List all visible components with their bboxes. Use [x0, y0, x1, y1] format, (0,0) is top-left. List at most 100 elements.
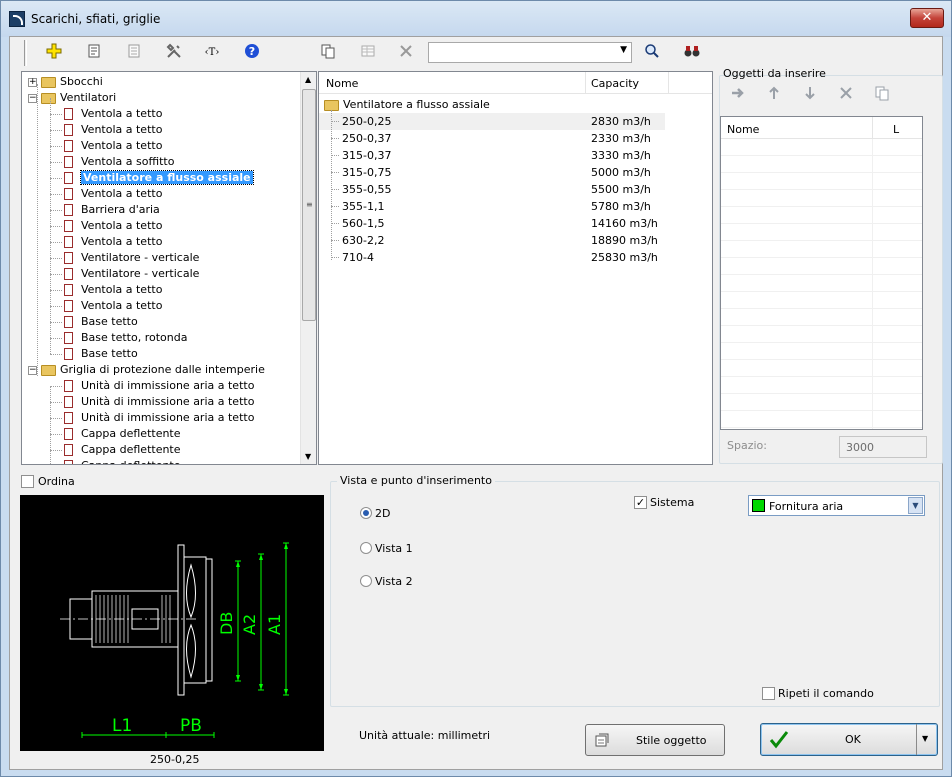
tree-item[interactable]: Unità di immissione aria a tetto [50, 410, 255, 426]
row-capacity: 5000 m3/h [591, 166, 651, 179]
system-color-swatch [752, 499, 765, 512]
col-header-capacity[interactable]: Capacity [591, 77, 639, 90]
system-select-value: Fornitura aria [769, 500, 844, 513]
list-icon[interactable] [124, 43, 144, 63]
view-group-title: Vista e punto d'inserimento [337, 474, 495, 487]
row-name: 355-1,1 [342, 200, 385, 213]
table-icon[interactable] [358, 43, 378, 63]
tree-item[interactable]: Base tetto, rotonda [50, 330, 187, 346]
col-header-name[interactable]: Nome [326, 77, 358, 90]
radio-vista-2[interactable] [360, 575, 372, 587]
category-tree[interactable]: + Sbocchi − Ventilatori Ventola a tetto Vento… [21, 71, 317, 465]
style-button[interactable]: Stile oggetto [585, 724, 725, 756]
product-list[interactable]: Nome Capacity Ventilatore a flusso assia… [318, 71, 713, 465]
list-row[interactable]: 315-0,37 3330 m3/h [319, 147, 665, 164]
arrow-up-icon[interactable] [766, 85, 782, 101]
document-icon [64, 396, 73, 408]
delete-icon[interactable] [396, 43, 416, 63]
list-row[interactable]: 250-0,25 2830 m3/h [319, 113, 665, 130]
tree-item[interactable]: Ventilatore - verticale [50, 250, 199, 266]
chevron-down-icon[interactable]: ▼ [922, 734, 928, 743]
sistema-checkbox[interactable]: ✓ [634, 496, 647, 509]
row-name: 630-2,2 [342, 234, 385, 247]
tree-item-label: Cappa deflettente [81, 459, 181, 464]
list-row[interactable]: 560-1,5 14160 m3/h [319, 215, 665, 232]
tree-item[interactable]: − Ventilatori [28, 90, 116, 106]
dialog-body: ‹T› ? ▼ + Sbocchi − Ventilatori Ventola a te… [9, 36, 943, 770]
tree-item[interactable]: Cappa deflettente [50, 442, 181, 458]
tree-item[interactable]: Ventola a soffitto [50, 154, 174, 170]
tools-icon[interactable] [164, 43, 184, 63]
search-combo[interactable]: ▼ [428, 42, 632, 63]
tree-item[interactable]: Ventola a tetto [50, 106, 162, 122]
tree-item[interactable]: Base tetto [50, 314, 138, 330]
tree-item[interactable]: Ventola a tetto [50, 138, 163, 154]
col-header-l[interactable]: L [893, 123, 899, 136]
row-capacity: 14160 m3/h [591, 217, 658, 230]
objects-table[interactable]: Nome L [720, 116, 923, 430]
tree-item[interactable]: Ventola a tetto [50, 282, 162, 298]
document-icon [64, 108, 73, 120]
copy-icon[interactable] [874, 85, 890, 101]
radio-vista-1-label: Vista 1 [375, 542, 413, 555]
tree-item[interactable]: Ventola a tetto [50, 218, 162, 234]
row-name: 250-0,37 [342, 132, 392, 145]
arrow-down-icon[interactable] [802, 85, 818, 101]
close-button[interactable]: ✕ [910, 8, 944, 28]
tree-expander[interactable]: − [28, 365, 37, 375]
scroll-thumb[interactable]: ≡ [302, 89, 316, 321]
list-row[interactable]: 630-2,2 18890 m3/h [319, 232, 665, 249]
tree-item[interactable]: Ventola a tetto [50, 234, 162, 250]
chevron-down-icon[interactable]: ▼ [620, 45, 627, 55]
tree-item[interactable]: Ventola a tetto [50, 186, 162, 202]
tree-item[interactable]: Ventola a tetto [50, 122, 162, 138]
tree-item[interactable]: Ventola a tetto [50, 298, 162, 314]
list-row[interactable]: 710-4 25830 m3/h [319, 249, 665, 266]
fan-drawing: DB A2 A1 L1 PB [60, 542, 289, 738]
list-group[interactable]: Ventilatore a flusso assiale [324, 96, 490, 113]
system-select[interactable]: Fornitura aria ▼ [748, 495, 925, 516]
list-row[interactable]: 315-0,75 5000 m3/h [319, 164, 665, 181]
scroll-up-icon[interactable]: ▲ [305, 75, 311, 84]
radio-2d[interactable] [360, 507, 372, 519]
tree-item[interactable]: Unità di immissione aria a tetto [50, 378, 254, 394]
tree-item[interactable]: Cappa deflettente [64, 458, 181, 464]
properties-icon[interactable] [84, 43, 104, 63]
title-bar[interactable]: Scarichi, sfiati, griglie ✕ [1, 1, 951, 37]
list-row[interactable]: 355-1,1 5780 m3/h [319, 198, 665, 215]
document-icon [64, 236, 73, 248]
tree-item[interactable]: Unità di immissione aria a tetto [50, 394, 254, 410]
text-icon[interactable]: ‹T› [202, 43, 222, 63]
list-row[interactable]: 250-0,37 2330 m3/h [319, 130, 665, 147]
delete-icon[interactable] [838, 85, 854, 101]
tree-scrollbar[interactable]: ▲ ≡ ▼ [300, 72, 316, 464]
tree-item-label: Ventola a tetto [81, 139, 163, 152]
tree-item[interactable]: − Griglia di protezione dalle intemperie [28, 362, 265, 378]
spazio-input[interactable]: 3000 [839, 436, 927, 458]
list-header: Nome Capacity [319, 72, 712, 94]
help-icon[interactable]: ? [242, 43, 262, 63]
tree-item[interactable]: Barriera d'aria [50, 202, 160, 218]
scroll-down-icon[interactable]: ▼ [305, 452, 311, 461]
radio-vista-1[interactable] [360, 542, 372, 554]
col-header-nome[interactable]: Nome [727, 123, 759, 136]
toolbar-gripper[interactable] [24, 40, 27, 66]
ripeti-checkbox[interactable] [762, 687, 775, 700]
tree-item[interactable]: Ventilatore - verticale [50, 266, 199, 282]
tree-item-label: Unità di immissione aria a tetto [81, 411, 255, 424]
tree-expander[interactable]: − [28, 93, 37, 103]
tree-item[interactable]: Base tetto [50, 346, 138, 362]
ordina-checkbox[interactable] [21, 475, 34, 488]
tree-expander[interactable]: + [28, 77, 37, 87]
tree-item[interactable]: Ventilatore a flusso assiale [50, 170, 254, 186]
copy-icon[interactable] [318, 43, 338, 63]
ok-button[interactable]: OK ▼ [760, 723, 938, 756]
tree-item[interactable]: + Sbocchi [28, 74, 103, 90]
find-icon[interactable] [682, 43, 702, 63]
add-icon[interactable] [44, 43, 64, 63]
chevron-down-icon[interactable]: ▼ [908, 497, 923, 514]
tree-item[interactable]: Cappa deflettente [50, 426, 181, 442]
arrow-right-icon[interactable] [730, 85, 746, 101]
list-row[interactable]: 355-0,55 5500 m3/h [319, 181, 665, 198]
search-icon[interactable] [642, 43, 662, 63]
